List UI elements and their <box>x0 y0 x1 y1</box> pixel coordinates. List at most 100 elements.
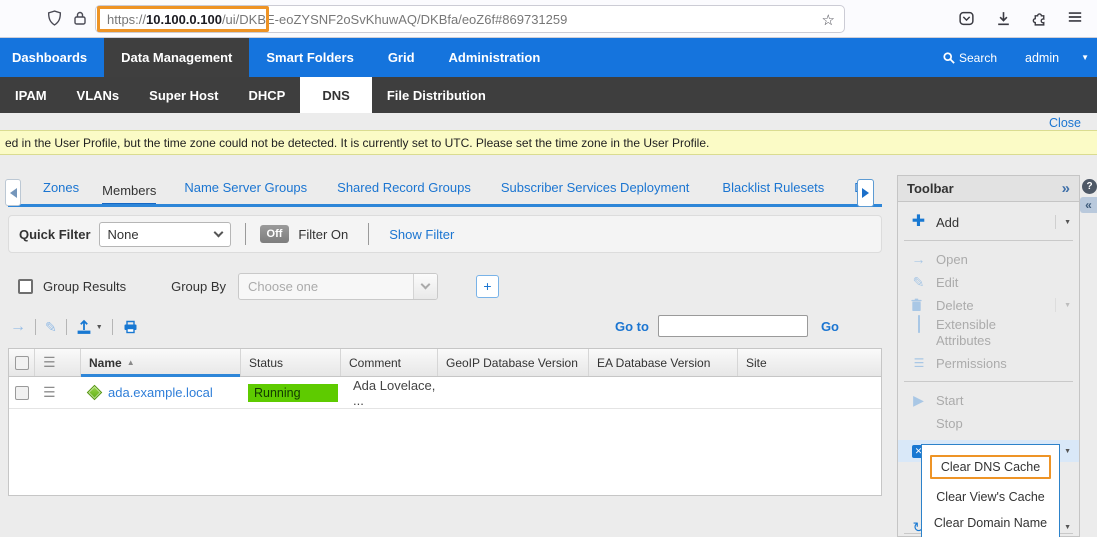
subnav-item-file-distribution[interactable]: File Distribution <box>372 77 501 113</box>
toolbar-add-button[interactable]: ✚ Add ▼ <box>898 211 1079 233</box>
row-menu-icon[interactable]: ☰ <box>43 384 56 401</box>
column-label: Site <box>746 356 767 370</box>
group-by-select[interactable]: Choose one <box>238 273 438 300</box>
subnav-item-ipam[interactable]: IPAM <box>0 77 62 113</box>
row-menu-icon[interactable]: ☰ <box>43 354 56 371</box>
user-menu[interactable]: admin <box>1025 51 1059 65</box>
add-caret-icon[interactable]: ▼ <box>1055 215 1071 229</box>
column-header-name[interactable]: Name ▲ <box>81 349 241 376</box>
nav-right-cluster: Search admin ▼ <box>943 38 1097 77</box>
menu-item-clear-views-cache[interactable]: Clear View's Cache <box>922 484 1059 510</box>
nav-item-administration[interactable]: Administration <box>432 38 558 77</box>
toolbar-body: ✚ Add ▼ → Open ✎ Edit Delete ▼ <box>898 202 1079 462</box>
tab-subscriber-services-deployment[interactable]: Subscriber Services Deployment <box>501 174 690 204</box>
subnav-item-super-host[interactable]: Super Host <box>134 77 233 113</box>
row-site-cell <box>738 377 881 408</box>
pocket-icon[interactable] <box>958 10 975 27</box>
add-group-button[interactable]: + <box>476 275 499 298</box>
tab-name-server-groups[interactable]: Name Server Groups <box>184 174 307 204</box>
column-header-comment[interactable]: Comment <box>341 349 438 376</box>
open-arrow-icon[interactable]: → <box>10 319 26 335</box>
dns-tab-strip: Zones Members Name Server Groups Shared … <box>8 176 882 207</box>
menu-item-clear-domain-name[interactable]: Clear Domain Name <box>922 510 1059 536</box>
column-header-geoip-database-version[interactable]: GeoIP Database Version <box>438 349 589 376</box>
divider <box>904 240 1073 241</box>
row-burger-cell: ☰ <box>35 377 81 408</box>
url-scheme: https:// <box>107 12 146 27</box>
column-header-ea-database-version[interactable]: EA Database Version <box>589 349 738 376</box>
nav-item-grid[interactable]: Grid <box>371 38 432 77</box>
downloads-icon[interactable] <box>995 10 1012 27</box>
row-name-cell: ada.example.local <box>81 377 241 408</box>
menu-item-clear-dns-cache[interactable]: Clear DNS Cache <box>922 450 1059 484</box>
toolbar-title: Toolbar <box>907 181 954 196</box>
nav-item-smart-folders[interactable]: Smart Folders <box>249 38 370 77</box>
toolbar-open-button[interactable]: → Open <box>898 248 1079 270</box>
toolbar-permissions-button[interactable]: ☰ Permissions <box>898 352 1079 374</box>
filter-on-label: Filter On <box>298 227 348 242</box>
show-filter-link[interactable]: Show Filter <box>389 227 454 242</box>
goto-input[interactable] <box>658 315 808 337</box>
toolbar-start-button[interactable]: ▶ Start <box>898 389 1079 411</box>
subnav-item-dns[interactable]: DNS <box>300 77 371 113</box>
lock-icon[interactable] <box>72 9 88 27</box>
tab-zones[interactable]: Zones <box>43 174 79 204</box>
select-caret-box <box>413 274 437 299</box>
export-caret-icon[interactable]: ▼ <box>96 324 103 331</box>
tab-scroll-right-button[interactable] <box>857 179 874 207</box>
tab-blacklist-rulesets[interactable]: Blacklist Rulesets <box>722 174 824 204</box>
column-label: Status <box>249 356 283 370</box>
toolbar-edit-button[interactable]: ✎ Edit <box>898 271 1079 293</box>
banner-close-link[interactable]: Close <box>1049 116 1081 130</box>
url-rest: /DKBE-eoZYSNF2oSvKhuwAQ/DKBfa/eoZ6f#8697… <box>236 12 568 27</box>
subnav-item-vlans[interactable]: VLANs <box>62 77 135 113</box>
print-icon[interactable] <box>122 319 139 335</box>
user-menu-caret-icon[interactable]: ▼ <box>1081 53 1089 62</box>
table-row[interactable]: ☰ ada.example.local Running Ada Lovelace… <box>9 377 881 409</box>
chevron-left-icon <box>10 188 17 198</box>
nav-item-label: Administration <box>449 50 541 65</box>
subnav-item-label: VLANs <box>77 88 120 103</box>
nav-item-dashboards[interactable]: Dashboards <box>0 38 104 77</box>
infoblox-dns-members-screen: https://10.100.0.100/ui/DKBE-eoZYSNF2oSv… <box>0 0 1097 537</box>
quick-filter-select[interactable]: None <box>99 222 231 247</box>
members-table: ☰ Name ▲ Status Comment GeoIP Database V… <box>8 348 882 496</box>
nav-item-label: Data Management <box>121 50 232 65</box>
toolbar-stop-button[interactable]: Stop <box>898 412 1079 434</box>
toolbar-extensible-attributes-button[interactable]: Extensible Attributes <box>898 317 1079 351</box>
menu-hamburger-icon[interactable] <box>1066 8 1084 26</box>
row-select-cell <box>9 377 35 408</box>
tab-members[interactable]: Members <box>102 177 156 204</box>
extensions-puzzle-icon[interactable] <box>1031 10 1048 27</box>
sorted-column-underline <box>81 374 240 377</box>
row-status-cell: Running <box>241 377 341 408</box>
go-button[interactable]: Go <box>821 319 839 334</box>
export-icon[interactable] <box>76 319 92 335</box>
quick-filter-bar: Quick Filter None Off Filter On Show Fil… <box>8 215 882 253</box>
help-icon[interactable]: ? <box>1082 179 1097 194</box>
subnav-item-dhcp[interactable]: DHCP <box>234 77 301 113</box>
group-by-label: Group By <box>171 279 226 294</box>
toolbar-collapse-icon[interactable]: » <box>1062 180 1070 197</box>
global-search[interactable]: Search <box>943 51 997 65</box>
select-all-checkbox[interactable] <box>15 356 29 370</box>
nav-item-data-management[interactable]: Data Management <box>104 38 249 77</box>
member-name-link[interactable]: ada.example.local <box>108 385 213 400</box>
filter-toggle-button[interactable]: Off <box>260 225 290 243</box>
column-header-site[interactable]: Site <box>738 349 881 376</box>
shield-icon[interactable] <box>46 9 63 27</box>
toolbar-delete-button[interactable]: Delete ▼ <box>898 294 1079 316</box>
group-results-label: Group Results <box>43 279 126 294</box>
edit-pencil-icon[interactable]: ✎ <box>45 320 57 334</box>
divider <box>245 223 246 245</box>
group-results-checkbox[interactable] <box>18 279 33 294</box>
panel-collapse-icon[interactable]: « <box>1080 197 1097 213</box>
url-bar[interactable]: https://10.100.0.100/ui/DKBE-eoZYSNF2oSv… <box>95 5 845 33</box>
tab-shared-record-groups[interactable]: Shared Record Groups <box>337 174 471 204</box>
menu-item-label: Clear Domain Name <box>934 516 1047 530</box>
row-checkbox[interactable] <box>15 386 29 400</box>
tab-scroll-left-button[interactable] <box>5 179 21 206</box>
column-header-status[interactable]: Status <box>241 349 341 376</box>
bookmark-star-icon[interactable]: ☆ <box>822 11 835 29</box>
search-icon <box>943 52 955 64</box>
